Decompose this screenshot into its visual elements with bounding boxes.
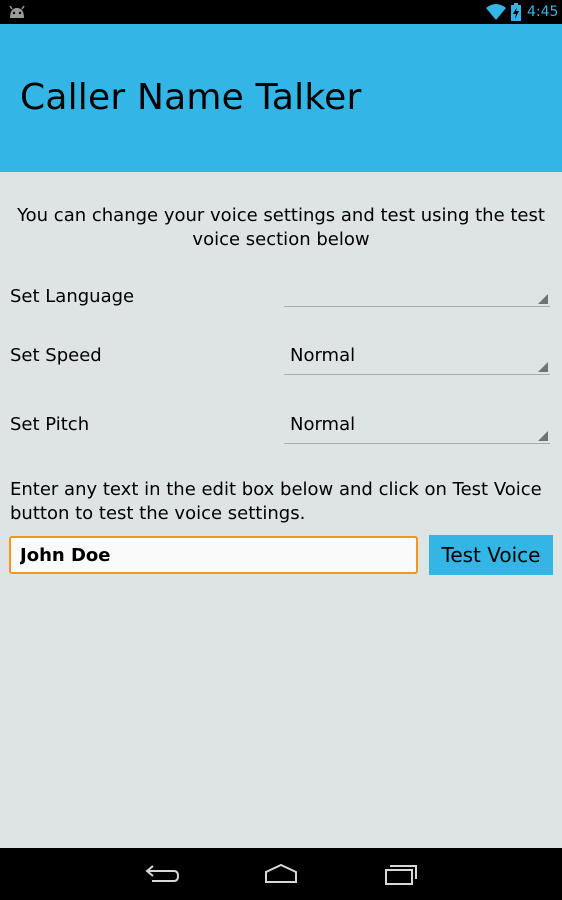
pitch-label: Set Pitch (10, 414, 90, 435)
intro-text: You can change your voice settings and t… (17, 205, 545, 250)
speed-spinner[interactable]: Normal (284, 334, 550, 375)
dropdown-arrow-icon (538, 294, 548, 304)
navigation-bar (0, 848, 562, 900)
home-icon[interactable] (263, 862, 299, 886)
language-spinner[interactable] (284, 266, 550, 307)
pitch-spinner[interactable]: Normal (284, 403, 550, 444)
test-instructions: Enter any text in the edit box below and… (10, 479, 542, 524)
wifi-icon (486, 4, 506, 20)
pitch-spinner-value: Normal (290, 414, 356, 435)
action-bar: Caller Name Talker (0, 24, 562, 172)
battery-icon (511, 3, 521, 21)
android-icon (9, 5, 25, 18)
test-text-input[interactable] (9, 536, 418, 574)
dropdown-arrow-icon (538, 431, 548, 441)
back-icon[interactable] (144, 862, 180, 886)
recent-apps-icon[interactable] (382, 862, 418, 886)
status-clock: 4:45 (527, 4, 559, 20)
status-bar: 4:45 (0, 0, 562, 24)
dropdown-arrow-icon (538, 362, 548, 372)
app-title: Caller Name Talker (20, 77, 362, 118)
language-label: Set Language (10, 286, 135, 307)
speed-spinner-value: Normal (290, 345, 356, 366)
speed-label: Set Speed (10, 345, 102, 366)
test-voice-button[interactable]: Test Voice (429, 535, 553, 575)
